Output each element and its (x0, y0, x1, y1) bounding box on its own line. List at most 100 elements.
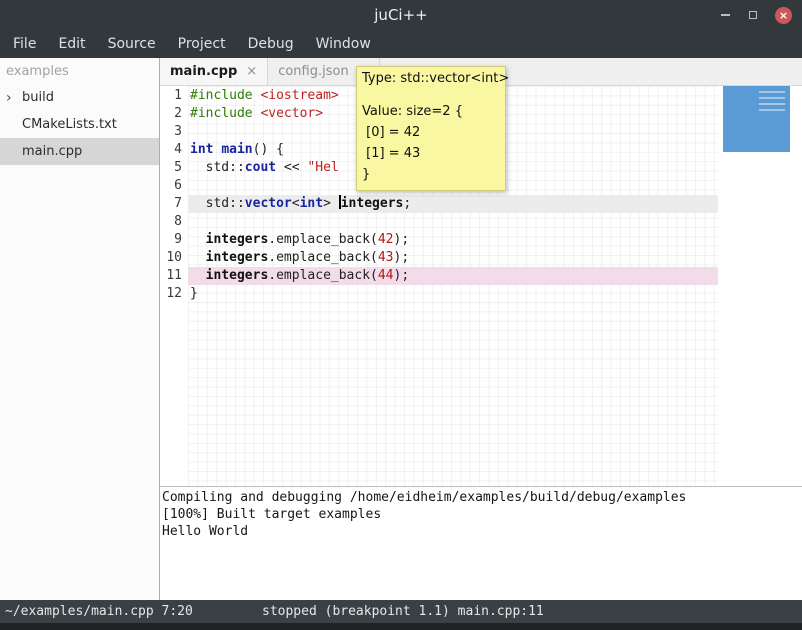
line-number[interactable]: 9 (160, 231, 188, 249)
code-token: > (323, 196, 339, 211)
line-number[interactable]: 12 (160, 285, 188, 303)
menu-window[interactable]: Window (305, 30, 382, 58)
tooltip-type-line: Type: std::vector<int> (362, 70, 500, 88)
editor-line-7: 7 std::vector<int> integers; (160, 195, 718, 213)
menu-debug[interactable]: Debug (237, 30, 305, 58)
line-text[interactable]: integers.emplace_back(44); (188, 267, 718, 285)
code-token: integers (206, 232, 269, 247)
code-token: int (190, 142, 213, 157)
code-token: () { (253, 142, 284, 157)
tab-label: main.cpp (170, 64, 237, 79)
code-token: ; (403, 196, 411, 211)
menu-source[interactable]: Source (97, 30, 167, 58)
code-token (190, 232, 206, 247)
close-button[interactable]: × (775, 7, 792, 24)
code-token: << (276, 160, 307, 175)
line-number[interactable]: 11 (160, 267, 188, 285)
code-token: vector (245, 196, 292, 211)
maximize-button[interactable] (747, 9, 759, 21)
maximize-icon (749, 11, 757, 19)
menu-project[interactable]: Project (167, 30, 237, 58)
code-token: integers (206, 268, 269, 283)
minimize-icon (721, 14, 730, 16)
tab-main-cpp[interactable]: main.cpp × (160, 58, 268, 85)
debug-value-tooltip: Type: std::vector<int> Value: size=2 { [… (356, 66, 506, 191)
line-number[interactable]: 4 (160, 141, 188, 159)
line-text[interactable]: integers.emplace_back(43); (188, 249, 718, 267)
tree-item-label: main.cpp (22, 144, 82, 159)
tooltip-value-line: [1] = 43 (362, 143, 500, 164)
line-text[interactable]: integers.emplace_back(42); (188, 231, 718, 249)
code-token: #include (190, 88, 253, 103)
code-token: std:: (190, 196, 245, 211)
terminal-line: Hello World (162, 523, 802, 540)
menu-edit[interactable]: Edit (47, 30, 96, 58)
code-token: < (292, 196, 300, 211)
tree-item-label: CMakeLists.txt (22, 117, 117, 132)
tab-label: config.json (278, 64, 349, 79)
minimize-button[interactable] (719, 9, 731, 21)
window-title: juCi++ (0, 0, 802, 30)
line-number[interactable]: 7 (160, 195, 188, 213)
code-token: 43 (378, 250, 394, 265)
chevron-right-icon: › (6, 90, 22, 106)
code-token: ); (394, 232, 410, 247)
code-token: "Hel (307, 160, 338, 175)
menu-file[interactable]: File (2, 30, 47, 58)
terminal-line: Compiling and debugging /home/eidheim/ex… (162, 489, 802, 506)
line-number[interactable]: 2 (160, 105, 188, 123)
tooltip-value-line: } (362, 164, 500, 185)
editor-line-11: 11 integers.emplace_back(44); (160, 267, 718, 285)
minimap-viewport[interactable] (723, 86, 790, 152)
menu-bar: FileEditSourceProjectDebugWindow (0, 30, 802, 58)
tree-item-label: build (22, 90, 54, 105)
tree-item-main-cpp[interactable]: main.cpp (0, 138, 159, 165)
code-token (190, 250, 206, 265)
code-token (190, 268, 206, 283)
code-token: .emplace_back( (268, 250, 378, 265)
tree-item-build[interactable]: ›build (0, 84, 159, 111)
line-number[interactable]: 8 (160, 213, 188, 231)
line-number[interactable]: 1 (160, 87, 188, 105)
editor-line-12: 12} (160, 285, 718, 303)
line-number[interactable]: 6 (160, 177, 188, 195)
project-root-label: examples (0, 58, 159, 84)
code-token: <iostream> (260, 88, 338, 103)
status-file-position: ~/examples/main.cpp 7:20 (5, 600, 193, 623)
code-token: std:: (190, 160, 245, 175)
code-token: ); (394, 268, 410, 283)
tree-item-cmakelists-txt[interactable]: CMakeLists.txt (0, 111, 159, 138)
line-number[interactable]: 10 (160, 249, 188, 267)
minimap-code-lines (759, 91, 785, 115)
code-token: integers (206, 250, 269, 265)
window-controls: × (719, 0, 792, 30)
line-number[interactable]: 5 (160, 159, 188, 177)
tooltip-value-line: [0] = 42 (362, 122, 500, 143)
code-token: integers (341, 196, 404, 211)
code-token: int (300, 196, 323, 211)
editor-line-9: 9 integers.emplace_back(42); (160, 231, 718, 249)
code-token: cout (245, 160, 276, 175)
code-token: <vector> (260, 106, 323, 121)
terminal-line: [100%] Built target examples (162, 506, 802, 523)
code-token: .emplace_back( (268, 268, 378, 283)
line-text[interactable]: } (188, 285, 718, 303)
code-token: } (190, 286, 198, 301)
minimap[interactable] (720, 86, 802, 486)
code-token: .emplace_back( (268, 232, 378, 247)
line-text[interactable]: std::vector<int> integers; (188, 195, 718, 213)
build-output-panel[interactable]: Compiling and debugging /home/eidheim/ex… (160, 486, 802, 600)
editor-line-10: 10 integers.emplace_back(43); (160, 249, 718, 267)
tab-close-icon[interactable]: × (246, 64, 257, 79)
code-token: ); (394, 250, 410, 265)
tooltip-value-line: Value: size=2 { (362, 101, 500, 122)
juci-window: juCi++ × FileEditSourceProjectDebugWindo… (0, 0, 802, 630)
code-token: main (221, 142, 252, 157)
code-token: 44 (378, 268, 394, 283)
line-number[interactable]: 3 (160, 123, 188, 141)
line-text[interactable] (188, 213, 718, 231)
titlebar[interactable]: juCi++ × (0, 0, 802, 30)
file-tree: ›build CMakeLists.txt main.cpp (0, 84, 159, 165)
editor-line-8: 8 (160, 213, 718, 231)
status-bar: ~/examples/main.cpp 7:20 stopped (breakp… (0, 600, 802, 623)
